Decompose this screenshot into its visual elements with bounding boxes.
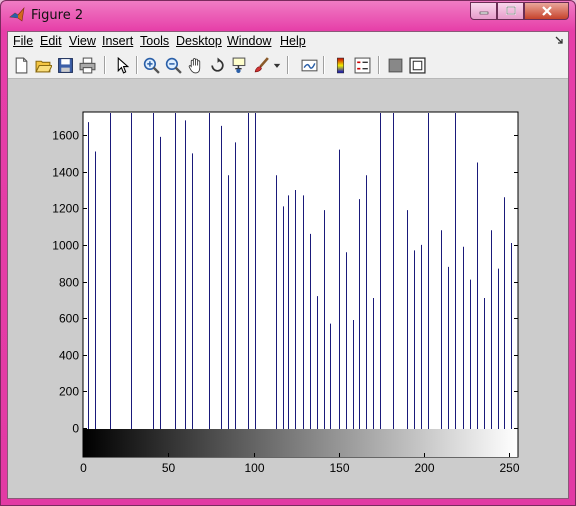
- hide-plot-tools-button[interactable]: [385, 55, 405, 75]
- menu-tools-label: Tools: [140, 34, 170, 48]
- x-tick-label: 50: [162, 461, 176, 475]
- link-plot-button[interactable]: [299, 55, 319, 75]
- x-tick-label: 100: [244, 461, 264, 475]
- matlab-logo-icon: [9, 7, 25, 23]
- menu-file-label: File: [13, 34, 34, 48]
- pan-button[interactable]: [185, 55, 205, 75]
- close-button[interactable]: [524, 2, 569, 20]
- zoom-out-icon: [165, 57, 182, 74]
- menu-file[interactable]: File: [13, 34, 33, 48]
- edit-plot-arrow-icon: [117, 56, 129, 74]
- print-button[interactable]: [77, 55, 97, 75]
- brush-icon: [254, 56, 269, 72]
- menu-tools[interactable]: Tools: [140, 34, 169, 48]
- menu-insert[interactable]: Insert: [102, 34, 133, 48]
- menu-view[interactable]: View: [69, 34, 96, 48]
- insert-legend-button[interactable]: [352, 55, 372, 75]
- toolbar-separator: [323, 56, 325, 74]
- x-tick-label: 0: [80, 461, 87, 475]
- minimize-button[interactable]: [470, 2, 497, 20]
- show-plot-tools-button[interactable]: [407, 55, 427, 75]
- toolbar-separator: [378, 56, 380, 74]
- insert-colorbar-button[interactable]: [330, 55, 350, 75]
- minimize-icon: [479, 11, 488, 15]
- figure-toolbar: [8, 52, 568, 79]
- edit-plot-button[interactable]: [112, 55, 132, 75]
- menu-help-label: Help: [280, 34, 306, 48]
- menu-insert-label: Insert: [102, 34, 134, 48]
- figure-canvas[interactable]: 0 200 400 600 800 1000 1200 1400 1600 0 50 100 150 2…: [8, 79, 568, 498]
- maximize-button[interactable]: [497, 2, 524, 20]
- toolbar-separator: [287, 56, 289, 74]
- save-icon: [57, 57, 73, 73]
- menu-window-label: Window: [227, 34, 272, 48]
- new-figure-button[interactable]: [11, 55, 31, 75]
- data-cursor-button[interactable]: [229, 55, 249, 75]
- dock-figure-icon[interactable]: [554, 35, 564, 45]
- toolbar-separator: [136, 56, 138, 74]
- menu-desktop[interactable]: Desktop: [176, 34, 222, 48]
- menu-window[interactable]: Window: [227, 34, 271, 48]
- window-title: Figure 2: [31, 8, 84, 23]
- menu-edit-label: Edit: [40, 34, 62, 48]
- y-tick-label: 200: [59, 385, 79, 399]
- menu-edit[interactable]: Edit: [40, 34, 62, 48]
- y-tick-label: 600: [59, 312, 79, 326]
- maximize-icon: [505, 6, 516, 15]
- menu-help[interactable]: Help: [280, 34, 306, 48]
- y-tick-label: 800: [59, 276, 79, 290]
- close-icon: [541, 6, 552, 16]
- grayscale-colorbar: [83, 429, 518, 457]
- save-button[interactable]: [55, 55, 75, 75]
- brush-button[interactable]: [251, 55, 271, 75]
- menu-bar: File Edit View Insert Tools Desktop Wind…: [8, 32, 568, 52]
- open-file-icon: [34, 60, 52, 72]
- pan-hand-icon: [188, 57, 200, 73]
- y-tick-label: 0: [72, 422, 79, 436]
- brush-dropdown-button[interactable]: [271, 55, 283, 75]
- figure-window: Figure 2 File Edit View Insert Tools Des…: [0, 0, 576, 506]
- menu-view-label: View: [69, 34, 96, 48]
- title-bar[interactable]: Figure 2: [1, 1, 575, 31]
- axes-background: [82, 111, 519, 458]
- y-tick-label: 1400: [52, 166, 79, 180]
- rotate-3d-button[interactable]: [207, 55, 227, 75]
- rotate-3d-icon: [210, 57, 224, 72]
- brush-dropdown-icon: [273, 63, 281, 68]
- x-tick-label: 200: [414, 461, 434, 475]
- open-file-button[interactable]: [33, 55, 53, 75]
- menu-desktop-label: Desktop: [176, 34, 222, 48]
- link-plot-icon: [301, 59, 317, 71]
- insert-colorbar-icon: [336, 57, 344, 73]
- zoom-in-button[interactable]: [141, 55, 161, 75]
- zoom-out-button[interactable]: [163, 55, 183, 75]
- histogram-plot[interactable]: 0 200 400 600 800 1000 1200 1400 1600 0 50 100 150 2…: [8, 79, 568, 498]
- y-tick-label: 1000: [52, 239, 79, 253]
- figure-client: File Edit View Insert Tools Desktop Wind…: [7, 31, 569, 499]
- insert-legend-icon: [354, 57, 370, 73]
- y-tick-label: 400: [59, 349, 79, 363]
- toolbar-separator: [104, 56, 106, 74]
- data-cursor-icon: [232, 57, 245, 73]
- show-plot-tools-icon: [408, 56, 426, 74]
- hide-plot-tools-icon: [388, 58, 402, 72]
- x-tick-label: 150: [329, 461, 349, 475]
- x-tick-label: 250: [499, 461, 519, 475]
- print-icon: [79, 57, 95, 73]
- new-figure-icon: [15, 57, 27, 73]
- y-tick-label: 1200: [52, 202, 79, 216]
- zoom-in-icon: [143, 57, 160, 74]
- y-tick-label: 1600: [52, 129, 79, 143]
